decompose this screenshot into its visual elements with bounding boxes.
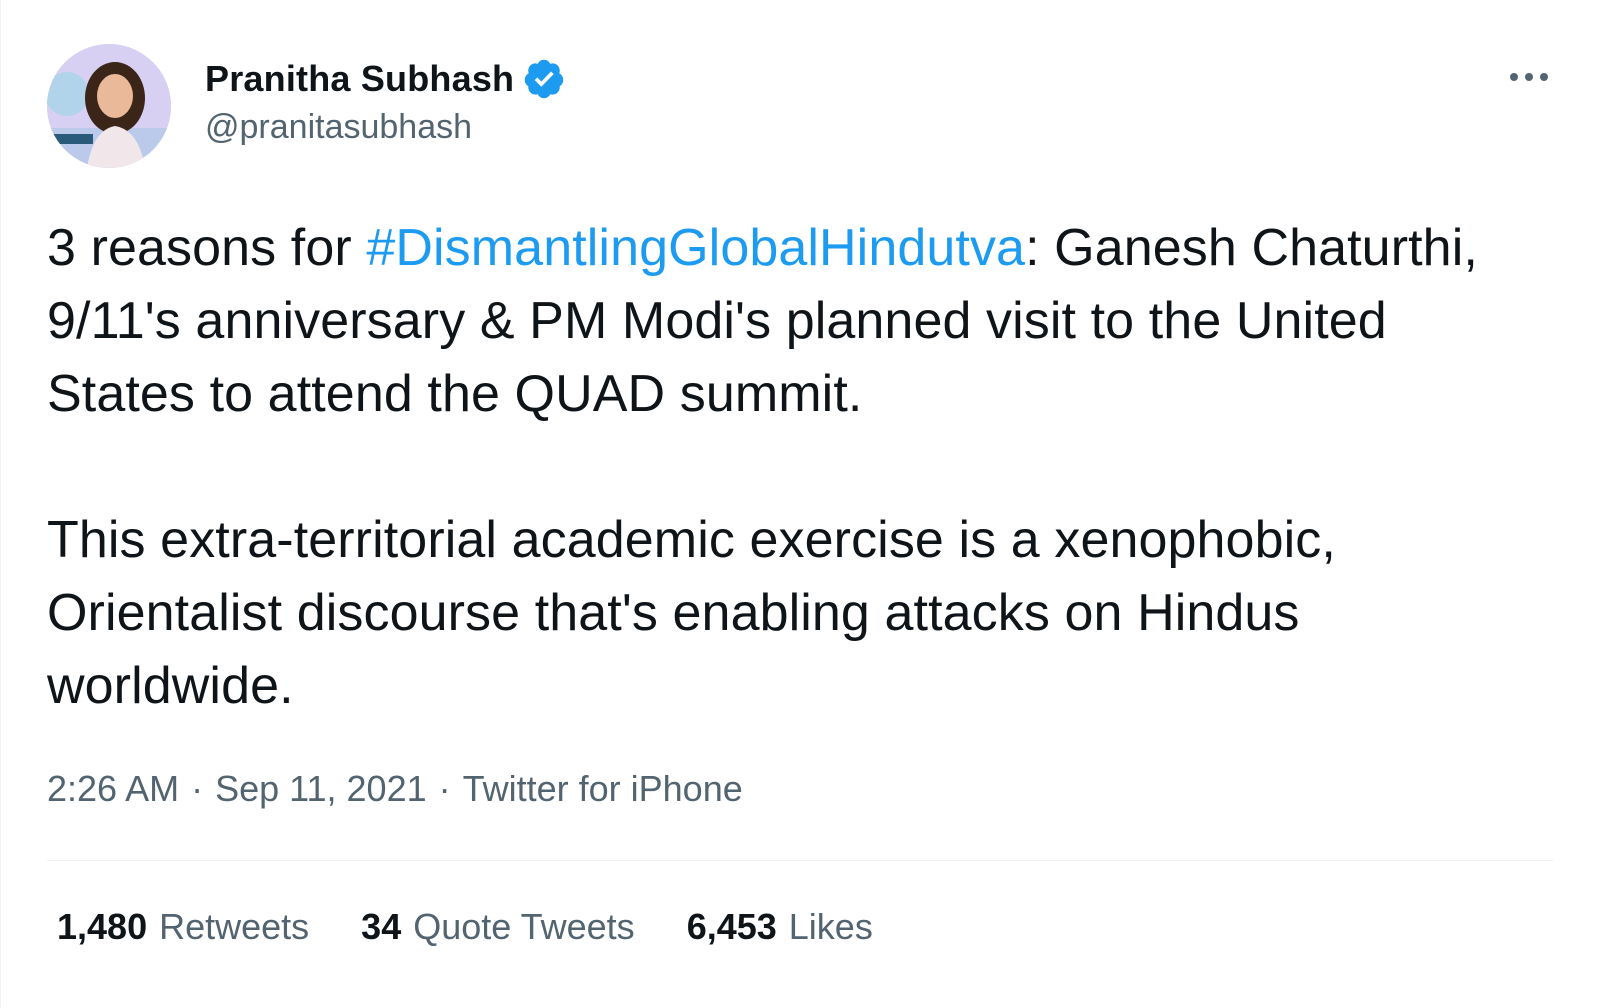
retweets-count: 1,480 [57, 906, 148, 947]
more-options-button[interactable] [1504, 62, 1554, 92]
retweets-stat[interactable]: 1,480 Retweets [57, 906, 309, 948]
tweet-stats: 1,480 Retweets 34 Quote Tweets 6,453 Lik… [57, 906, 873, 948]
verified-badge-icon [525, 59, 564, 99]
more-options-icon [1510, 73, 1548, 81]
divider [47, 860, 1554, 861]
tweet-source[interactable]: Twitter for iPhone [463, 768, 743, 810]
meta-separator: · [438, 768, 451, 809]
hashtag-link[interactable]: #DismantlingGlobalHindutva [366, 219, 1025, 277]
author-display-name[interactable]: Pranitha Subhash [205, 58, 514, 100]
author-handle[interactable]: @pranitasubhash [205, 108, 566, 147]
quote-tweets-label: Quote Tweets [413, 906, 635, 947]
tweet-date[interactable]: Sep 11, 2021 [215, 768, 427, 810]
quote-tweets-count: 34 [361, 906, 402, 947]
tweet-meta: 2:26 AM · Sep 11, 2021 · Twitter for iPh… [47, 768, 743, 810]
author-name-row: Pranitha Subhash [205, 56, 566, 102]
tweet-text-prefix: 3 reasons for [47, 219, 367, 277]
likes-label: Likes [788, 906, 873, 947]
tweet-paragraph-2: This extra-territorial academic exercise… [47, 511, 1336, 715]
tweet-card: Pranitha Subhash @pranitasubhash 3 reaso… [0, 0, 1600, 1008]
tweet-header: Pranitha Subhash @pranitasubhash [47, 44, 1554, 168]
avatar[interactable] [47, 44, 171, 168]
tweet-paragraph-1: 3 reasons for #DismantlingGlobalHindutva… [47, 212, 1547, 431]
tweet-text: 3 reasons for #DismantlingGlobalHindutva… [47, 212, 1547, 723]
quote-tweets-stat[interactable]: 34 Quote Tweets [361, 906, 635, 948]
retweets-label: Retweets [159, 906, 310, 947]
likes-stat[interactable]: 6,453 Likes [687, 906, 873, 948]
author-block: Pranitha Subhash @pranitasubhash [205, 56, 566, 147]
meta-separator: · [191, 768, 204, 809]
tweet-time[interactable]: 2:26 AM [47, 768, 179, 810]
likes-count: 6,453 [686, 906, 777, 947]
